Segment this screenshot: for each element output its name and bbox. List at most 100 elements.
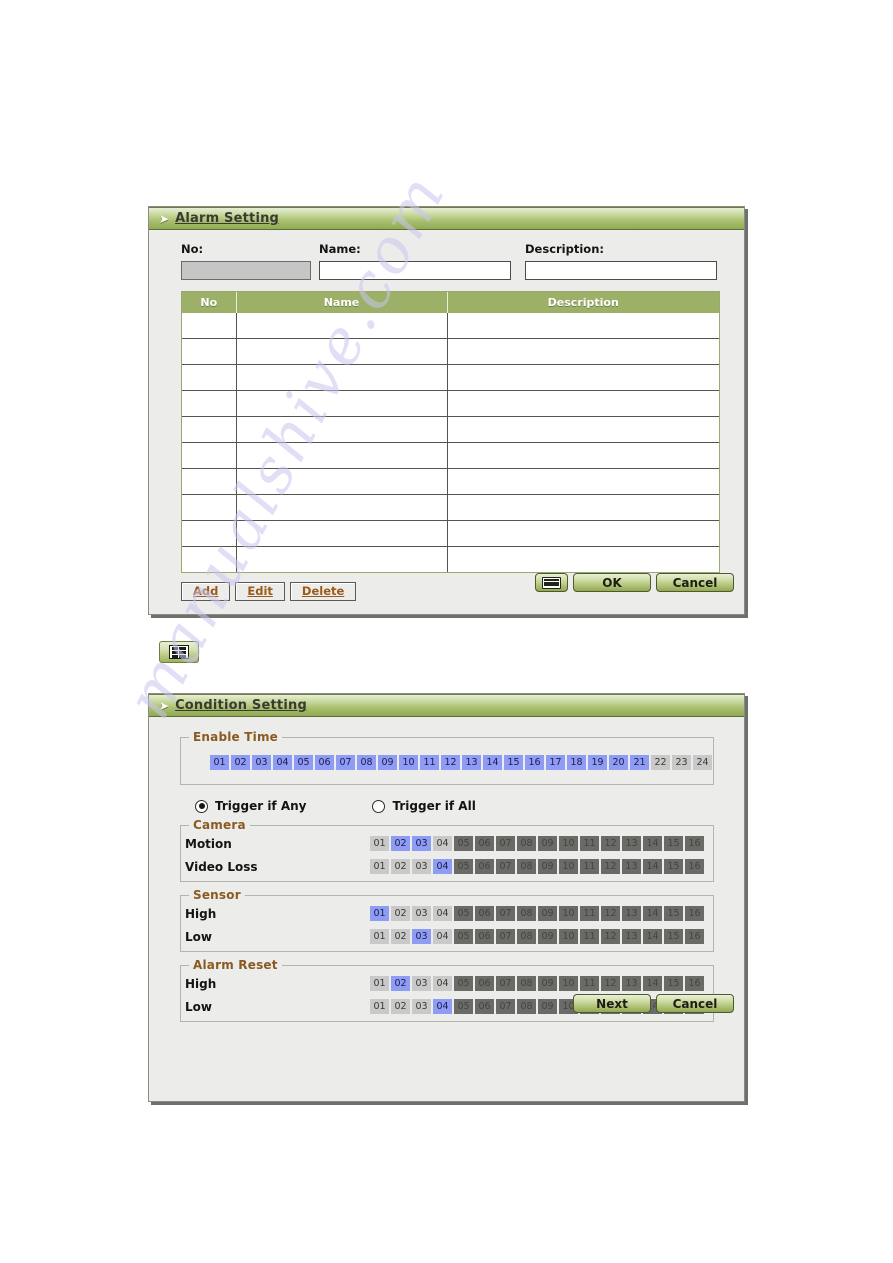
camera-video-loss-cell-01[interactable]: 01	[370, 859, 389, 874]
enable-time-cell-21[interactable]: 21	[630, 755, 649, 770]
camera-video-loss-cell-11[interactable]: 11	[580, 859, 599, 874]
camera-video-loss-cell-08[interactable]: 08	[517, 859, 536, 874]
enable-time-cell-18[interactable]: 18	[567, 755, 586, 770]
enable-time-cell-08[interactable]: 08	[357, 755, 376, 770]
enable-time-cell-02[interactable]: 02	[231, 755, 250, 770]
sensor-low-cell-10[interactable]: 10	[559, 929, 578, 944]
enable-time-cell-14[interactable]: 14	[483, 755, 502, 770]
table-row[interactable]	[182, 416, 719, 443]
enable-time-cell-09[interactable]: 09	[378, 755, 397, 770]
camera-motion-cell-04[interactable]: 04	[433, 836, 452, 851]
camera-motion-cell-05[interactable]: 05	[454, 836, 473, 851]
trigger-if-all-option[interactable]: Trigger if All	[372, 799, 476, 813]
alarm-reset-high-cell-13[interactable]: 13	[622, 976, 641, 991]
sensor-high-cell-15[interactable]: 15	[664, 906, 683, 921]
name-input[interactable]	[319, 261, 511, 280]
camera-video-loss-cell-15[interactable]: 15	[664, 859, 683, 874]
enable-time-cell-22[interactable]: 22	[651, 755, 670, 770]
sensor-high-cell-06[interactable]: 06	[475, 906, 494, 921]
alarm-reset-high-cell-16[interactable]: 16	[685, 976, 704, 991]
sensor-high-cell-03[interactable]: 03	[412, 906, 431, 921]
sensor-low-cell-14[interactable]: 14	[643, 929, 662, 944]
alarm-reset-low-cell-06[interactable]: 06	[475, 999, 494, 1014]
alarm-reset-high-cell-10[interactable]: 10	[559, 976, 578, 991]
camera-motion-cell-09[interactable]: 09	[538, 836, 557, 851]
sensor-high-cell-07[interactable]: 07	[496, 906, 515, 921]
camera-video-loss-cell-03[interactable]: 03	[412, 859, 431, 874]
sensor-low-cell-11[interactable]: 11	[580, 929, 599, 944]
delete-button[interactable]: Delete	[289, 582, 357, 601]
sensor-low-cell-13[interactable]: 13	[622, 929, 641, 944]
alarm-reset-high-cell-06[interactable]: 06	[475, 976, 494, 991]
add-button[interactable]: Add	[181, 582, 231, 601]
table-row[interactable]	[182, 468, 719, 495]
camera-video-loss-cell-02[interactable]: 02	[391, 859, 410, 874]
sensor-low-cell-01[interactable]: 01	[370, 929, 389, 944]
camera-video-loss-cell-09[interactable]: 09	[538, 859, 557, 874]
sensor-low-cell-12[interactable]: 12	[601, 929, 620, 944]
alarm-reset-low-cell-01[interactable]: 01	[370, 999, 389, 1014]
camera-motion-cell-11[interactable]: 11	[580, 836, 599, 851]
sensor-high-cell-08[interactable]: 08	[517, 906, 536, 921]
keyboard-button[interactable]	[535, 573, 568, 592]
enable-time-cell-13[interactable]: 13	[462, 755, 481, 770]
table-row[interactable]	[182, 520, 719, 547]
sensor-high-cell-14[interactable]: 14	[643, 906, 662, 921]
camera-motion-cell-02[interactable]: 02	[391, 836, 410, 851]
radio-all-icon[interactable]	[372, 799, 386, 813]
sensor-high-cell-05[interactable]: 05	[454, 906, 473, 921]
enable-time-cell-04[interactable]: 04	[273, 755, 292, 770]
table-row[interactable]	[182, 364, 719, 391]
ok-button[interactable]: OK	[573, 573, 651, 592]
alarm-reset-high-cell-08[interactable]: 08	[517, 976, 536, 991]
camera-motion-cell-12[interactable]: 12	[601, 836, 620, 851]
enable-time-cell-11[interactable]: 11	[420, 755, 439, 770]
enable-time-cell-15[interactable]: 15	[504, 755, 523, 770]
camera-video-loss-cell-06[interactable]: 06	[475, 859, 494, 874]
next-button[interactable]: Next	[573, 994, 651, 1013]
enable-time-cell-16[interactable]: 16	[525, 755, 544, 770]
sensor-low-cell-09[interactable]: 09	[538, 929, 557, 944]
table-row[interactable]	[182, 546, 719, 572]
alarm-reset-high-cell-15[interactable]: 15	[664, 976, 683, 991]
camera-motion-cell-16[interactable]: 16	[685, 836, 704, 851]
alarm-reset-high-cell-12[interactable]: 12	[601, 976, 620, 991]
camera-motion-cell-03[interactable]: 03	[412, 836, 431, 851]
enable-time-cell-05[interactable]: 05	[294, 755, 313, 770]
description-input[interactable]	[525, 261, 717, 280]
sensor-high-cell-12[interactable]: 12	[601, 906, 620, 921]
sensor-low-cell-03[interactable]: 03	[412, 929, 431, 944]
sensor-high-cell-02[interactable]: 02	[391, 906, 410, 921]
sensor-high-cell-10[interactable]: 10	[559, 906, 578, 921]
sensor-high-cell-04[interactable]: 04	[433, 906, 452, 921]
radio-any-icon[interactable]	[195, 799, 208, 813]
camera-motion-cell-06[interactable]: 06	[475, 836, 494, 851]
alarm-reset-high-cell-07[interactable]: 07	[496, 976, 515, 991]
alarm-reset-high-cell-03[interactable]: 03	[412, 976, 431, 991]
alarm-reset-low-cell-02[interactable]: 02	[391, 999, 410, 1014]
enable-time-cell-03[interactable]: 03	[252, 755, 271, 770]
sensor-low-cell-07[interactable]: 07	[496, 929, 515, 944]
cancel-button[interactable]: Cancel	[656, 994, 734, 1013]
table-row[interactable]	[182, 442, 719, 469]
camera-video-loss-cell-04[interactable]: 04	[433, 859, 452, 874]
enable-time-cell-20[interactable]: 20	[609, 755, 628, 770]
camera-motion-cell-10[interactable]: 10	[559, 836, 578, 851]
table-row[interactable]	[182, 338, 719, 365]
camera-video-loss-cell-05[interactable]: 05	[454, 859, 473, 874]
sensor-high-cell-13[interactable]: 13	[622, 906, 641, 921]
sensor-low-cell-15[interactable]: 15	[664, 929, 683, 944]
camera-motion-cell-14[interactable]: 14	[643, 836, 662, 851]
enable-time-cell-23[interactable]: 23	[672, 755, 691, 770]
camera-video-loss-cell-16[interactable]: 16	[685, 859, 704, 874]
sensor-low-cell-02[interactable]: 02	[391, 929, 410, 944]
sensor-low-cell-16[interactable]: 16	[685, 929, 704, 944]
alarm-reset-high-cell-14[interactable]: 14	[643, 976, 662, 991]
trigger-if-any-option[interactable]: Trigger if Any	[195, 799, 306, 813]
enable-time-cell-17[interactable]: 17	[546, 755, 565, 770]
sensor-low-cell-05[interactable]: 05	[454, 929, 473, 944]
enable-time-cell-19[interactable]: 19	[588, 755, 607, 770]
camera-video-loss-cell-13[interactable]: 13	[622, 859, 641, 874]
no-input[interactable]	[181, 261, 311, 280]
camera-motion-cell-08[interactable]: 08	[517, 836, 536, 851]
